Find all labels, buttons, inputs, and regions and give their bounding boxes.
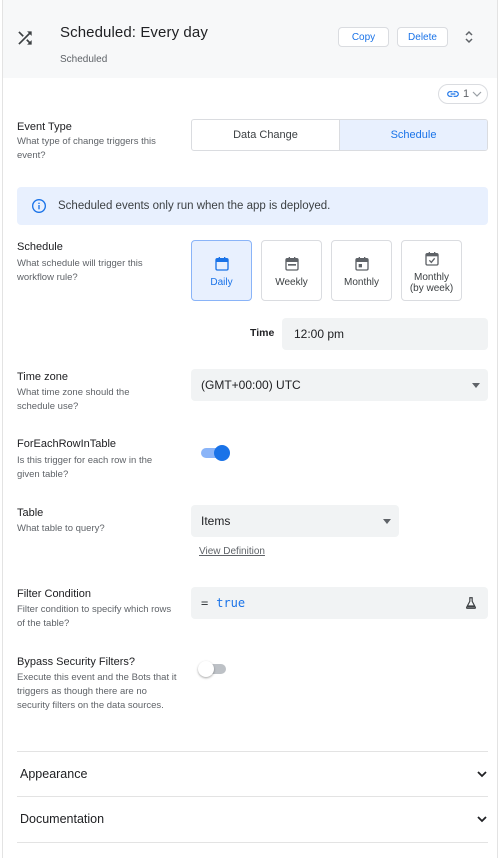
table-label: Table xyxy=(17,507,44,519)
time-zone-value: (GMT+00:00) UTC xyxy=(201,378,301,392)
schedule-option-daily[interactable]: Daily xyxy=(191,240,252,301)
event-type-option-data-change[interactable]: Data Change xyxy=(192,120,339,150)
chevron-down-icon xyxy=(477,816,487,823)
schedule-option-weekly[interactable]: Weekly xyxy=(261,240,322,301)
schedule-option-label: Monthly (by week) xyxy=(409,272,454,294)
documentation-section[interactable]: Documentation xyxy=(17,797,488,841)
for-each-row-label: ForEachRowInTable xyxy=(17,438,117,450)
schedule-help: What schedule will trigger this workflow… xyxy=(17,258,143,283)
for-each-row-toggle[interactable] xyxy=(201,445,231,461)
dropdown-arrow-icon xyxy=(383,519,391,524)
time-zone-select[interactable]: (GMT+00:00) UTC xyxy=(191,369,488,401)
schedule-option-label: Monthly xyxy=(343,277,379,288)
bypass-security-toggle[interactable] xyxy=(198,661,228,677)
schedule-option-label: Weekly xyxy=(275,277,308,288)
chevron-down-icon xyxy=(472,91,482,97)
schedule-option-monthly-by-week[interactable]: Monthly (by week) xyxy=(401,240,462,301)
toggle-knob xyxy=(198,661,214,677)
time-zone-label: Time zone xyxy=(17,371,68,383)
toggle-knob xyxy=(214,445,230,461)
schedule-option-label: Daily xyxy=(210,277,233,288)
table-select[interactable]: Items xyxy=(191,505,399,537)
divider xyxy=(17,842,488,843)
link-count-chip[interactable]: 1 xyxy=(438,84,488,104)
bypass-security-label: Bypass Security Filters? xyxy=(17,656,135,668)
for-each-row-help: Is this trigger for each row in the give… xyxy=(17,455,153,480)
event-type-help: What type of change triggers this event? xyxy=(17,136,156,161)
link-count: 1 xyxy=(463,88,470,100)
calendar-check-icon xyxy=(424,252,439,266)
event-title: Scheduled: Every day xyxy=(60,24,208,41)
table-value: Items xyxy=(201,514,231,528)
info-icon xyxy=(32,199,46,213)
time-zone-help: What time zone should the schedule use? xyxy=(17,387,130,412)
page: Scheduled: Every day Scheduled Copy Dele… xyxy=(2,0,498,858)
unfold-icon[interactable] xyxy=(463,29,475,45)
view-definition-link[interactable]: View Definition xyxy=(199,546,265,557)
schedule-label: Schedule xyxy=(17,241,63,253)
time-field[interactable]: 12:00 pm xyxy=(282,318,488,350)
shuffle-icon xyxy=(18,31,32,45)
event-type-selector: Data Change Schedule xyxy=(191,119,488,151)
appearance-section[interactable]: Appearance xyxy=(17,752,488,796)
filter-condition-label: Filter Condition xyxy=(17,588,91,600)
appearance-section-label: Appearance xyxy=(20,767,88,781)
flask-icon[interactable] xyxy=(464,596,478,610)
delete-button[interactable]: Delete xyxy=(397,27,448,47)
info-banner: Scheduled events only run when the app i… xyxy=(17,187,488,225)
calendar-month-icon xyxy=(354,257,369,271)
calendar-day-icon xyxy=(214,257,229,271)
event-subtitle: Scheduled xyxy=(60,54,108,65)
schedule-option-monthly[interactable]: Monthly xyxy=(331,240,392,301)
info-banner-text: Scheduled events only run when the app i… xyxy=(58,200,331,212)
chevron-down-icon xyxy=(477,771,487,778)
link-icon xyxy=(447,91,459,97)
calendar-week-icon xyxy=(284,257,299,271)
filter-condition-help: Filter condition to specify which rows o… xyxy=(17,604,172,629)
time-label: Time xyxy=(250,327,275,339)
filter-condition-field[interactable]: = true xyxy=(191,587,488,619)
dropdown-arrow-icon xyxy=(472,383,480,388)
event-header: Scheduled: Every day Scheduled Copy Dele… xyxy=(3,0,497,78)
bypass-security-help: Execute this event and the Bots that it … xyxy=(17,672,177,711)
documentation-section-label: Documentation xyxy=(20,812,105,826)
copy-button[interactable]: Copy xyxy=(338,27,389,47)
event-type-option-schedule[interactable]: Schedule xyxy=(339,120,487,150)
table-help: What table to query? xyxy=(17,523,105,534)
event-type-label: Event Type xyxy=(17,121,72,133)
expression-value: true xyxy=(216,596,246,610)
expression-prefix: = xyxy=(201,596,209,610)
